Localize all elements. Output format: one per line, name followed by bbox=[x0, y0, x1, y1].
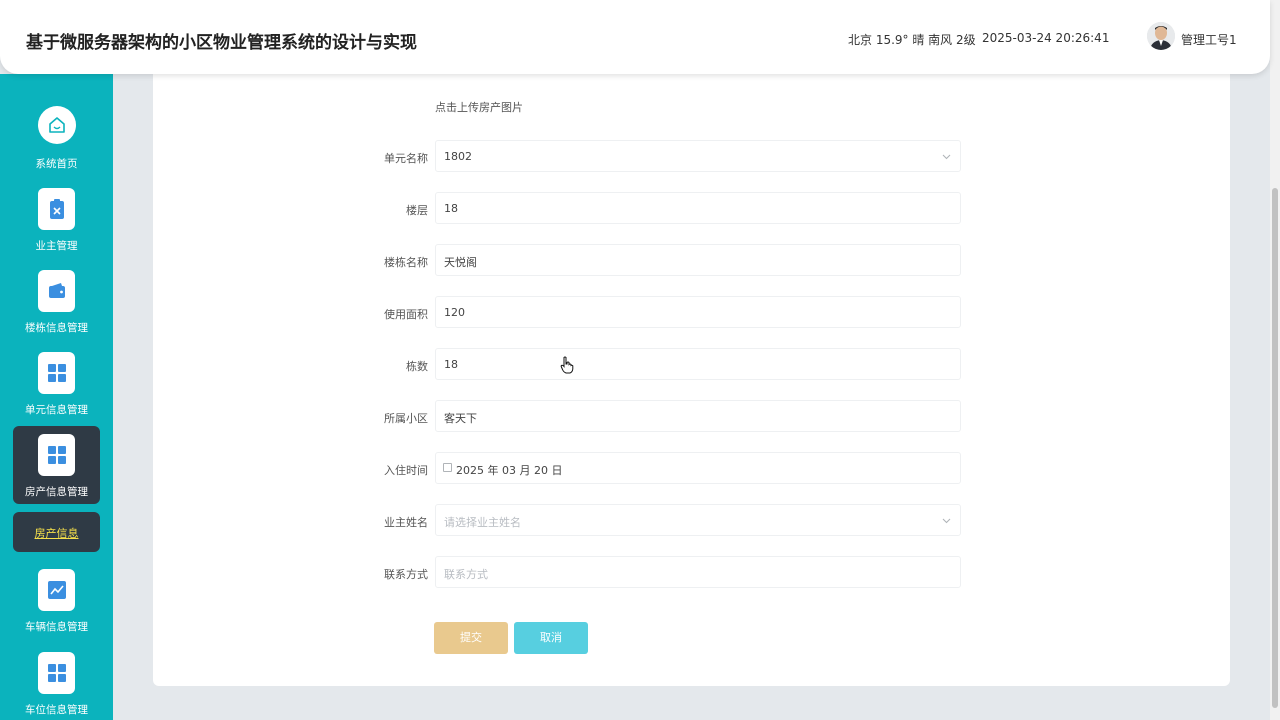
move-in-date-value: 2025 年 03 月 20 日 bbox=[456, 464, 563, 477]
building-count-input[interactable]: 18 bbox=[435, 348, 961, 380]
sidebar-item-label: 车辆信息管理 bbox=[25, 621, 88, 633]
sidebar-item-home[interactable]: 系统首页 bbox=[13, 102, 100, 180]
owner-name-select[interactable]: 请选择业主姓名 bbox=[435, 504, 961, 536]
building-count-value: 18 bbox=[444, 358, 458, 371]
building-count-label: 栋数 bbox=[406, 360, 428, 373]
owner-name-placeholder: 请选择业主姓名 bbox=[444, 516, 521, 529]
building-name-value: 天悦阁 bbox=[444, 256, 477, 269]
grid-icon bbox=[38, 352, 75, 394]
app-title: 基于微服务器架构的小区物业管理系统的设计与实现 bbox=[26, 33, 417, 53]
username[interactable]: 管理工号1 bbox=[1181, 31, 1237, 48]
cancel-button[interactable]: 取消 bbox=[514, 622, 588, 654]
weather-info: 北京 15.9° 晴 南风 2级 bbox=[848, 33, 976, 47]
wallet-icon bbox=[38, 270, 75, 312]
contact-label: 联系方式 bbox=[384, 568, 428, 581]
chevron-down-icon bbox=[942, 518, 951, 524]
clipboard-icon bbox=[38, 188, 75, 230]
datetime: 2025-03-24 20:26:41 bbox=[982, 31, 1110, 45]
usable-area-input[interactable]: 120 bbox=[435, 296, 961, 328]
sidebar-subitem-property-info[interactable]: 房产信息 bbox=[13, 512, 100, 552]
sidebar-item-label: 业主管理 bbox=[35, 240, 78, 252]
upload-image-link[interactable]: 点击上传房产图片 bbox=[435, 99, 523, 115]
contact-input[interactable]: 联系方式 bbox=[435, 556, 961, 588]
move-in-date-picker[interactable]: 2025 年 03 月 20 日 bbox=[435, 452, 961, 484]
unit-name-label: 单元名称 bbox=[384, 152, 428, 165]
floor-value: 18 bbox=[444, 202, 458, 215]
usable-area-label: 使用面积 bbox=[384, 308, 428, 321]
submit-button[interactable]: 提交 bbox=[434, 622, 508, 654]
sidebar-item-property[interactable]: 房产信息管理 bbox=[13, 426, 100, 504]
scrollbar-thumb[interactable] bbox=[1272, 188, 1278, 708]
community-input[interactable]: 客天下 bbox=[435, 400, 961, 432]
grid-icon bbox=[38, 652, 75, 694]
user-avatar-icon bbox=[1147, 22, 1175, 50]
community-label: 所属小区 bbox=[384, 412, 428, 425]
chevron-down-icon bbox=[942, 154, 951, 160]
chart-icon bbox=[38, 569, 75, 611]
move-in-date-label: 入住时间 bbox=[384, 464, 428, 477]
community-value: 客天下 bbox=[444, 412, 477, 425]
sidebar-item-owners[interactable]: 业主管理 bbox=[13, 180, 100, 258]
sidebar-item-vehicles[interactable]: 车辆信息管理 bbox=[13, 561, 100, 639]
avatar[interactable] bbox=[1147, 22, 1175, 50]
building-name-input[interactable]: 天悦阁 bbox=[435, 244, 961, 276]
sidebar-item-parking[interactable]: 车位信息管理 bbox=[13, 644, 100, 720]
sidebar-item-label: 楼栋信息管理 bbox=[25, 322, 88, 334]
building-name-label: 楼栋名称 bbox=[384, 256, 428, 269]
sidebar-item-label: 房产信息管理 bbox=[25, 486, 88, 498]
sidebar-subitem-label: 房产信息 bbox=[34, 527, 79, 540]
unit-name-select[interactable]: 1802 bbox=[435, 140, 961, 172]
contact-placeholder: 联系方式 bbox=[444, 568, 488, 581]
home-icon bbox=[38, 106, 76, 144]
top-header: 基于微服务器架构的小区物业管理系统的设计与实现 北京 15.9° 晴 南风 2级… bbox=[0, 0, 1270, 74]
calendar-icon bbox=[443, 463, 452, 472]
sidebar-item-buildings[interactable]: 楼栋信息管理 bbox=[13, 262, 100, 340]
owner-name-label: 业主姓名 bbox=[384, 516, 428, 529]
usable-area-value: 120 bbox=[444, 306, 465, 319]
sidebar: 系统首页 业主管理 楼栋信息管理 单元信息管理 房产信息管理 房产信息 车辆信息… bbox=[0, 74, 113, 720]
sidebar-item-label: 系统首页 bbox=[35, 158, 78, 170]
hand-cursor-icon bbox=[560, 356, 574, 374]
sidebar-item-label: 单元信息管理 bbox=[25, 404, 88, 416]
sidebar-item-label: 车位信息管理 bbox=[25, 704, 88, 716]
unit-name-value: 1802 bbox=[444, 150, 472, 163]
floor-label: 楼层 bbox=[406, 204, 428, 217]
floor-input[interactable]: 18 bbox=[435, 192, 961, 224]
grid-icon bbox=[38, 434, 75, 476]
page-scrollbar[interactable] bbox=[1270, 0, 1280, 720]
sidebar-item-units[interactable]: 单元信息管理 bbox=[13, 344, 100, 422]
